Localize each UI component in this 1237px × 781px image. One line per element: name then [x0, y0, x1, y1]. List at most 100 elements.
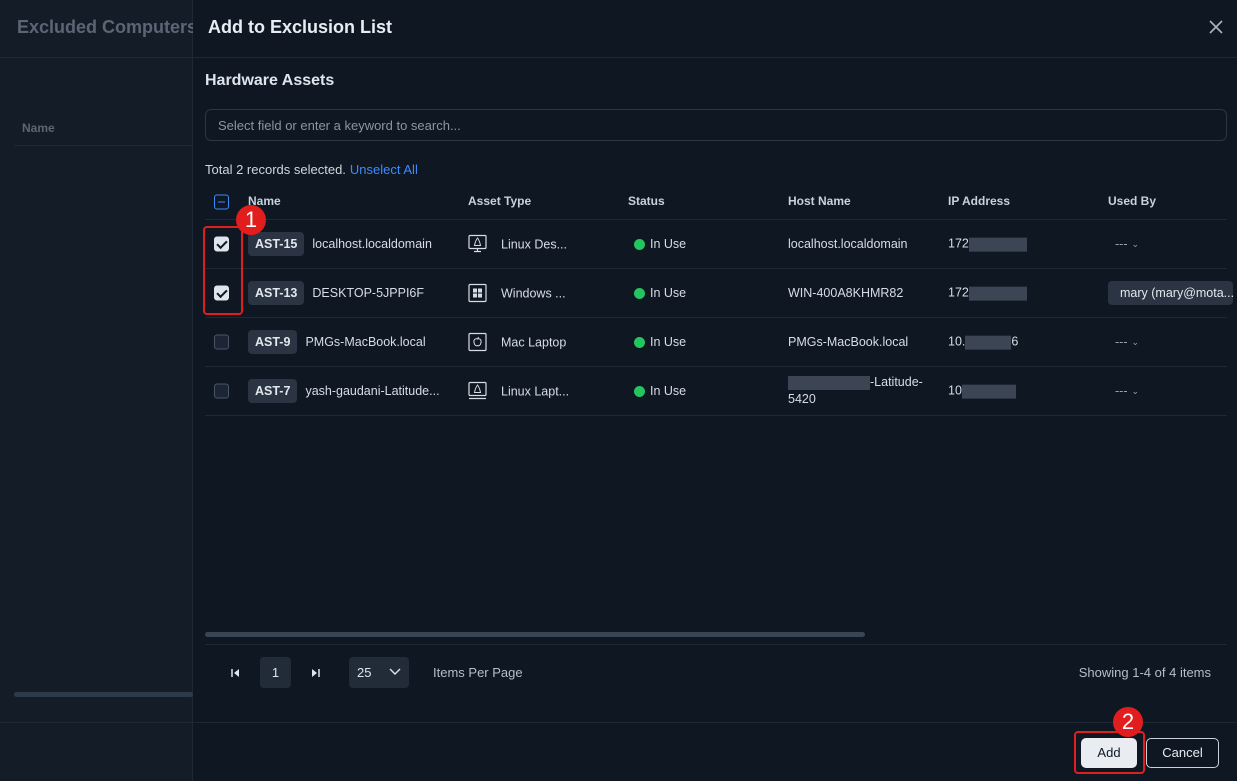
asset-type-text: Linux Lapt...: [501, 384, 570, 398]
search-input[interactable]: [205, 109, 1227, 141]
used-by-text: ---: [1115, 384, 1128, 398]
asset-name-text: yash-gaudani-Latitude...: [305, 384, 440, 398]
column-header-ip-address[interactable]: IP Address: [948, 194, 1010, 208]
asset-id-tag: AST-7: [248, 379, 298, 403]
mac-laptop-icon: [468, 332, 487, 352]
ip-text: 172: [948, 236, 969, 251]
asset-type: Windows ...: [468, 283, 566, 303]
asset-id-tag: AST-9: [248, 330, 298, 354]
windows-icon: [468, 283, 487, 303]
redacted-block: [965, 335, 1012, 350]
column-header-used-by[interactable]: Used By: [1108, 194, 1156, 208]
asset-id-tag: AST-13: [248, 281, 305, 305]
ip-address: 10: [948, 384, 1016, 399]
cancel-button[interactable]: Cancel: [1146, 738, 1219, 768]
status: In Use: [634, 237, 686, 251]
annotation-number-step-2: 2: [1113, 707, 1143, 737]
status: In Use: [634, 384, 686, 398]
add-exclusion-modal: Add to Exclusion List Hardware Assets To…: [193, 0, 1237, 781]
used-by-select[interactable]: --- ⌄: [1115, 335, 1139, 349]
asset-type-text: Linux Des...: [501, 237, 568, 251]
status-text: In Use: [650, 335, 687, 349]
used-by-select[interactable]: --- ⌄: [1115, 384, 1139, 398]
status-dot-icon: [634, 238, 645, 250]
modal-title: Add to Exclusion List: [208, 17, 393, 37]
host-name: PMGs-MacBook.local: [788, 335, 909, 349]
asset-name[interactable]: AST-9 PMGs-MacBook.local: [248, 330, 426, 354]
annotation-number-step-1: 1: [236, 205, 266, 235]
ip-address: 172: [948, 237, 1027, 252]
table-header: Name Asset Type Status Host Name IP Addr…: [205, 184, 1227, 220]
chevron-down-icon: [389, 668, 401, 675]
close-icon[interactable]: [1207, 18, 1225, 36]
page-size-select[interactable]: 25: [349, 657, 409, 688]
column-header-asset-type[interactable]: Asset Type: [468, 194, 531, 208]
table-row[interactable]: AST-13 DESKTOP-5JPPI6F Windows ... In Use…: [205, 269, 1233, 318]
page-size-value: 25: [357, 665, 372, 680]
asset-id-tag: AST-15: [248, 232, 305, 256]
selection-info: Total 2 records selected. Unselect All: [205, 162, 418, 177]
section-title: Hardware Assets: [205, 72, 335, 89]
first-page-icon[interactable]: [227, 664, 245, 682]
ip-text-suffix: 6: [1011, 334, 1019, 349]
table-row[interactable]: AST-9 PMGs-MacBook.local Mac Laptop In Us…: [205, 318, 1227, 367]
asset-type: Mac Laptop: [468, 332, 567, 352]
table-row[interactable]: AST-15 localhost.localdomain Linux Des...…: [205, 220, 1227, 269]
background-column-name: Name: [22, 121, 55, 135]
horizontal-scrollbar[interactable]: [205, 632, 865, 637]
ip-text: 10.: [948, 334, 966, 349]
showing-count: Showing 1-4 of 4 items: [1078, 665, 1211, 680]
last-page-icon[interactable]: [306, 664, 324, 682]
background-scrollbar[interactable]: [14, 692, 193, 697]
host-name: WIN-400A8KHMR82: [788, 286, 904, 300]
row-checkbox[interactable]: [214, 383, 229, 399]
asset-name-text: localhost.localdomain: [312, 237, 432, 251]
asset-name[interactable]: AST-7 yash-gaudani-Latitude...: [248, 379, 440, 403]
asset-type-text: Windows ...: [501, 286, 566, 300]
status-dot-icon: [634, 385, 645, 397]
host-text-line2: 5420: [788, 392, 816, 406]
asset-name-text: DESKTOP-5JPPI6F: [312, 286, 424, 300]
page-number-button[interactable]: 1: [260, 657, 291, 688]
select-all-checkbox[interactable]: [214, 194, 229, 209]
status-text: In Use: [650, 286, 687, 300]
linux-desktop-icon: [468, 234, 487, 253]
used-by-user-pill[interactable]: mary (mary@mota...: [1108, 281, 1233, 305]
redacted-block: [968, 286, 1027, 301]
asset-name[interactable]: AST-13 DESKTOP-5JPPI6F: [248, 281, 424, 305]
host-text-suffix: -Latitude-: [870, 375, 923, 389]
asset-type: Linux Des...: [468, 234, 568, 254]
selection-count-text: Total 2 records selected.: [205, 162, 346, 177]
status-text: In Use: [650, 384, 687, 398]
chevron-down-icon: ⌄: [1131, 238, 1140, 249]
annotation-box-step-2: [1074, 731, 1145, 774]
background-panel: Excluded Computers Name: [0, 0, 197, 781]
ip-text: 172: [948, 285, 969, 300]
divider: [0, 57, 193, 58]
divider: [0, 722, 193, 723]
chevron-down-icon: ⌄: [1131, 336, 1140, 347]
row-checkbox[interactable]: [214, 334, 229, 350]
assets-table: Name Asset Type Status Host Name IP Addr…: [205, 184, 1233, 416]
ip-address: 172: [948, 286, 1027, 301]
status-dot-icon: [634, 287, 645, 299]
table-row[interactable]: AST-7 yash-gaudani-Latitude... Linux Lapt…: [205, 367, 1227, 416]
annotation-box-step-1: [203, 226, 243, 315]
asset-name-text: PMGs-MacBook.local: [305, 335, 426, 349]
column-header-host-name[interactable]: Host Name: [788, 194, 851, 208]
asset-type-text: Mac Laptop: [501, 335, 567, 349]
ip-text: 10: [948, 383, 962, 398]
asset-name[interactable]: AST-15 localhost.localdomain: [248, 232, 432, 256]
status: In Use: [634, 286, 686, 300]
host-name: -Latitude- 5420: [788, 374, 923, 408]
status-dot-icon: [634, 336, 645, 348]
used-by-select[interactable]: --- ⌄: [1115, 237, 1139, 251]
ip-address: 10. 6: [948, 335, 1018, 350]
divider: [14, 145, 193, 146]
background-title: Excluded Computers: [17, 17, 198, 37]
divider: [193, 722, 1237, 723]
host-name: localhost.localdomain: [788, 237, 908, 251]
unselect-all-link[interactable]: Unselect All: [350, 162, 418, 177]
column-header-status[interactable]: Status: [628, 194, 665, 208]
status: In Use: [634, 335, 686, 349]
